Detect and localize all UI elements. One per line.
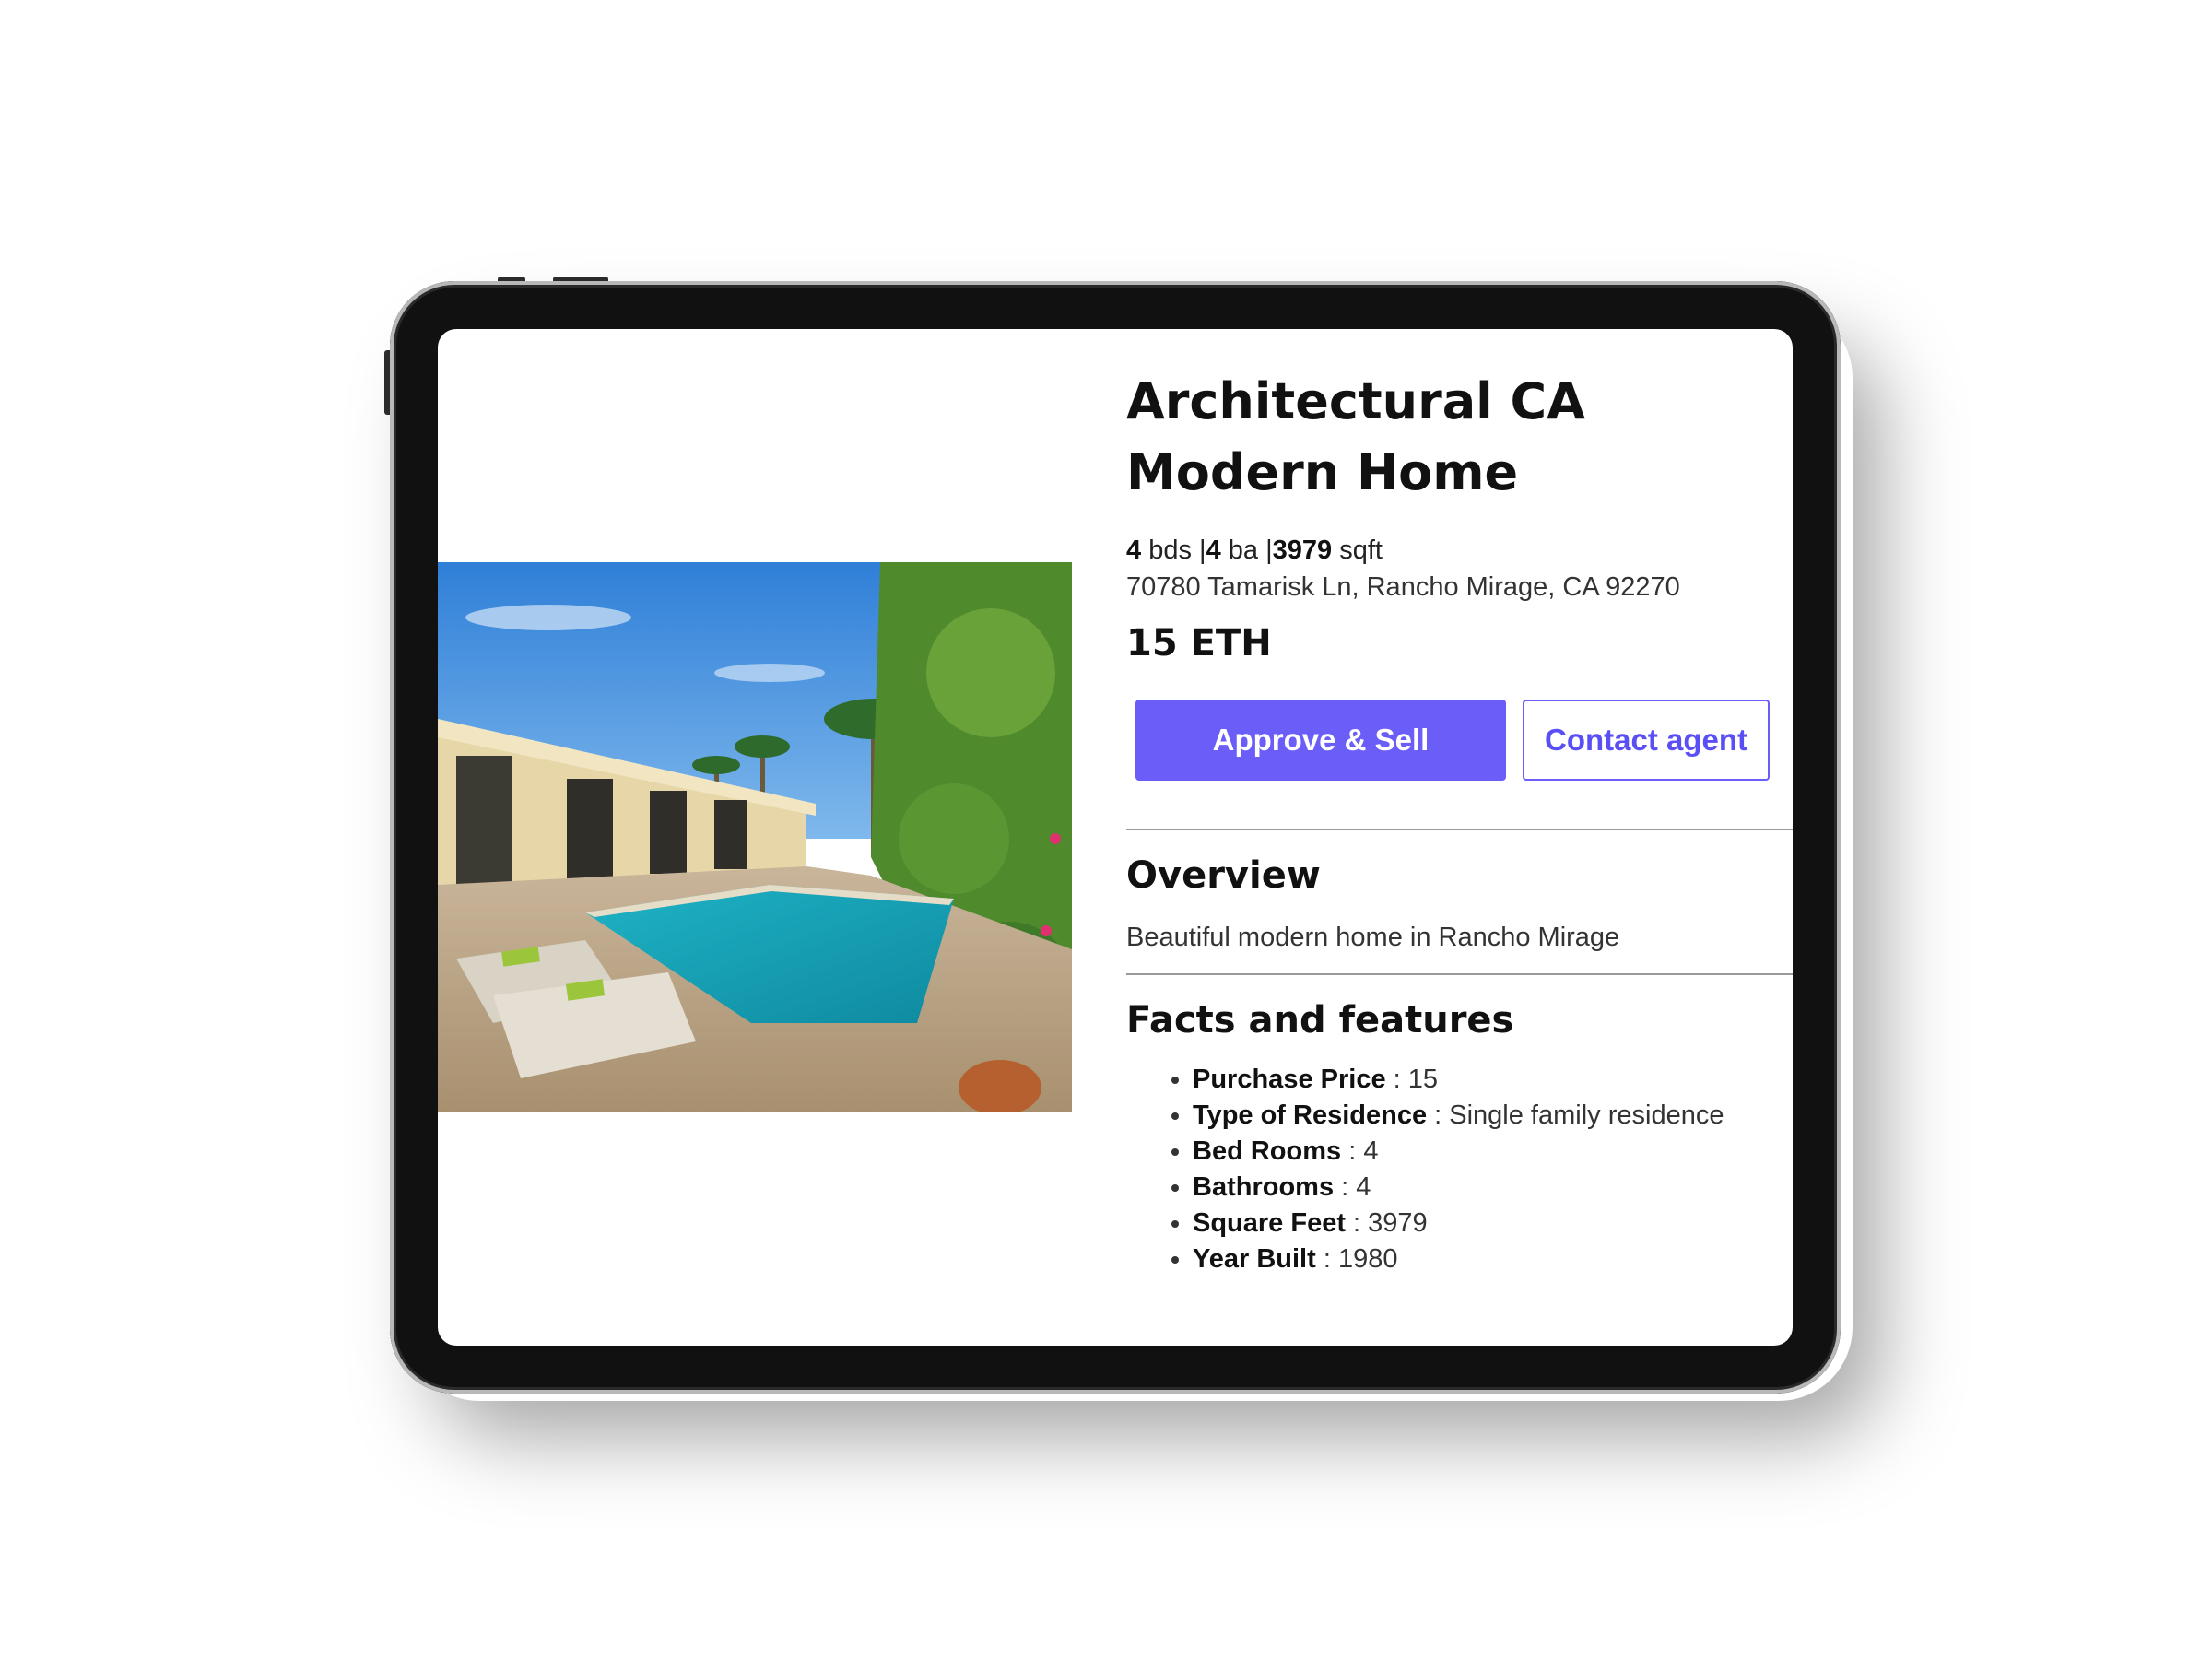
approve-sell-button[interactable]: Approve & Sell — [1135, 700, 1506, 781]
listing-address: 70780 Tamarisk Ln, Rancho Mirage, CA 922… — [1126, 572, 1680, 602]
fact-item: Purchase Price : 15 — [1193, 1062, 1790, 1098]
section-divider — [1126, 829, 1793, 830]
contact-agent-button[interactable]: Contact agent — [1523, 700, 1770, 781]
fact-label: Bathrooms — [1193, 1172, 1335, 1202]
beds-count: 4 — [1126, 535, 1142, 565]
fact-label: Purchase Price — [1193, 1065, 1386, 1094]
stats-separator: | — [1265, 535, 1273, 565]
baths-count: 4 — [1206, 535, 1221, 565]
section-divider — [1126, 973, 1793, 975]
fact-item: Type of Residence : Single family reside… — [1193, 1098, 1790, 1134]
fact-value: 1980 — [1337, 1244, 1398, 1274]
fact-label: Bed Rooms — [1193, 1136, 1342, 1166]
fact-value: 3979 — [1368, 1208, 1428, 1238]
overview-heading: Overview — [1126, 854, 1321, 897]
fact-item: Year Built : 1980 — [1193, 1241, 1790, 1277]
fact-label: Type of Residence — [1193, 1100, 1428, 1130]
fact-value: 4 — [1356, 1172, 1371, 1202]
beds-unit: bds — [1148, 535, 1192, 565]
listing-title: Architectural CA Modern Home — [1126, 372, 1585, 501]
facts-list: Purchase Price : 15 Type of Residence : … — [1126, 1062, 1790, 1277]
fact-item: Bathrooms : 4 — [1193, 1170, 1790, 1206]
fact-item: Bed Rooms : 4 — [1193, 1134, 1790, 1170]
listing-photo — [438, 562, 1072, 1112]
facts-heading: Facts and features — [1126, 999, 1514, 1041]
baths-unit: ba — [1228, 535, 1259, 565]
overview-text: Beautiful modern home in Rancho Mirage — [1126, 923, 1620, 952]
fact-value: Single family residence — [1449, 1100, 1724, 1130]
fact-value: 15 — [1407, 1065, 1439, 1094]
fact-label: Square Feet — [1193, 1208, 1346, 1238]
listing-stats: 4 bds |4 ba |3979 sqft — [1126, 532, 1790, 569]
fact-value: 4 — [1363, 1136, 1379, 1166]
listing-actions: Approve & Sell Contact agent — [1126, 700, 1790, 781]
fact-item: Square Feet : 3979 — [1193, 1206, 1790, 1241]
fact-label: Year Built — [1193, 1244, 1316, 1274]
listing-details: Architectural CA Modern Home 4 bds |4 ba… — [1126, 366, 1793, 1277]
sqft-unit: sqft — [1339, 535, 1382, 565]
sqft-count: 3979 — [1272, 535, 1333, 565]
listing-price: 15 ETH — [1126, 622, 1272, 665]
stats-separator: | — [1199, 535, 1206, 565]
tablet-screen: Architectural CA Modern Home 4 bds |4 ba… — [438, 329, 1793, 1346]
